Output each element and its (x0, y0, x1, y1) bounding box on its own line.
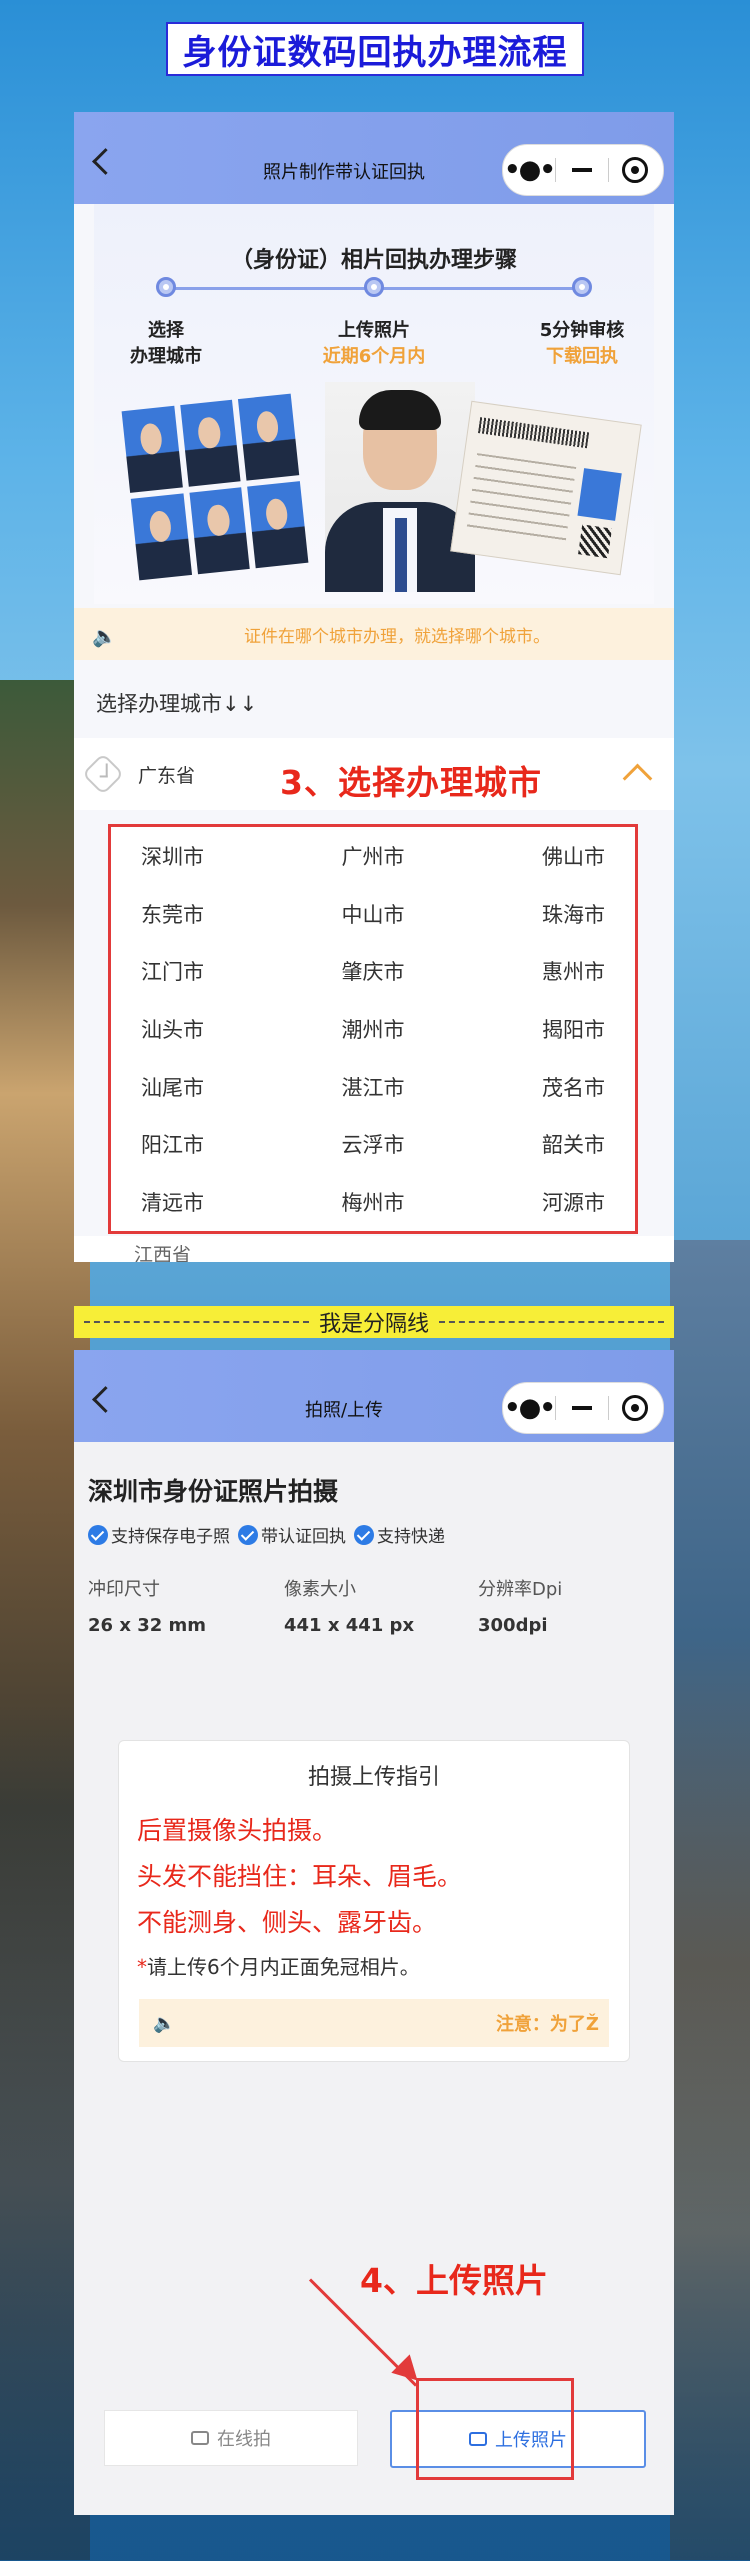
guide-rule-3: 不能测身、侧头、露牙齿。 (137, 1908, 438, 1937)
step-label-2: 上传照片 近期6个月内 (322, 320, 426, 367)
step-label-1: 选择 办理城市 (130, 320, 202, 367)
city-option[interactable]: 深圳市 (111, 827, 286, 885)
warning-text: 注意：为了Ž (495, 2014, 599, 2035)
city-option[interactable]: 珠海市 (460, 885, 635, 943)
separator-bar: 我是分隔线 (74, 1306, 674, 1338)
city-option[interactable]: 揭阳市 (460, 1000, 635, 1058)
city-list-highlight: 深圳市 广州市 佛山市东莞市 中山市 珠海市江门市 肇庆市 惠州市汕头市 潮州市 揭阳市汕尾市湛… (108, 824, 638, 1234)
city-option[interactable]: 中山市 (286, 885, 461, 943)
guide-title: 拍摄上传指引 (307, 1765, 440, 1790)
city-grid: 深圳市 广州市 佛山市东莞市 中山市 珠海市江门市 肇庆市 惠州市汕头市 潮州市 揭阳市汕尾市湛… (111, 827, 635, 1231)
city-option[interactable]: 佛山市 (460, 827, 635, 885)
upload-guide-card: 拍摄上传指引 后置摄像头拍摄。 头发不能挡住：耳朵、眉毛。 不能测身、侧头、露牙… (118, 1740, 630, 2062)
city-option[interactable]: 汕尾市 (111, 1058, 286, 1116)
tag-save-photo: 支持保存电子照 (88, 1522, 230, 1547)
nav-bar: 拍照/上传 •●• (74, 1350, 674, 1442)
sample-photos-illustration (121, 382, 642, 592)
steps-heading: （身份证）相片回执办理步骤 (230, 248, 517, 273)
guide-note: *请上传6个月内正面免冠相片。 (137, 1955, 420, 1979)
close-target-icon[interactable] (609, 1395, 661, 1421)
more-icon[interactable]: •●• (503, 1393, 556, 1423)
province-name: 广东省 (138, 764, 196, 787)
title-banner: 身份证数码回执办理流程 (166, 22, 584, 76)
city-option[interactable]: 韶关市 (460, 1116, 635, 1174)
upload-highlight-box (416, 2378, 574, 2480)
more-icon[interactable]: •●• (503, 155, 556, 185)
minimize-icon[interactable] (556, 1406, 608, 1410)
city-option[interactable]: 茂名市 (460, 1058, 635, 1116)
city-option[interactable]: 江门市 (111, 942, 286, 1000)
annotation-step-4: 4、上传照片 (360, 2261, 548, 2300)
tag-delivery: 支持快递 (354, 1522, 445, 1547)
spec-pixel-size: 像素大小 441 x 441 px (284, 1579, 415, 1636)
city-option[interactable]: 清远市 (111, 1173, 286, 1231)
check-icon (238, 1524, 258, 1545)
phone-screen-select-city: 照片制作带认证回执 •●• （身份证）相片回执办理步骤 选择 办理城市 上传照片… (74, 112, 674, 1262)
separator-text: 我是分隔线 (319, 1312, 430, 1337)
guide-rule-2: 头发不能挡住：耳朵、眉毛。 (137, 1862, 463, 1891)
guide-rule-1: 后置摄像头拍摄。 (137, 1816, 338, 1845)
page-title: 深圳市身份证照片拍摄 (88, 1477, 339, 1506)
city-option[interactable]: 惠州市 (460, 942, 635, 1000)
step-dot-3 (572, 277, 592, 297)
check-badge-icon (81, 752, 125, 796)
minimize-icon[interactable] (556, 168, 608, 172)
chevron-up-icon[interactable] (622, 763, 653, 794)
city-option[interactable]: 肇庆市 (286, 942, 461, 1000)
step-label-3: 5分钟审核 下载回执 (539, 320, 625, 367)
city-option[interactable]: 潮州市 (286, 1000, 461, 1058)
take-photo-online-button[interactable]: 在线拍 (104, 2410, 358, 2466)
speaker-icon: 🔈 (92, 624, 117, 648)
city-option[interactable]: 汕头市 (111, 1000, 286, 1058)
phone-screen-upload: 拍照/上传 •●• 深圳市身份证照片拍摄 支持保存电子照 带认证回执 支持快递 … (74, 1350, 674, 2515)
check-icon (88, 1524, 108, 1545)
city-option[interactable]: 梅州市 (286, 1173, 461, 1231)
miniprogram-capsule: •●• (502, 144, 664, 196)
spec-dpi: 分辨率Dpi 300dpi (478, 1579, 563, 1636)
speaker-icon: 🔈 (153, 2012, 176, 2034)
city-option[interactable]: 阳江市 (111, 1116, 286, 1174)
portrait-image (325, 382, 475, 592)
city-option[interactable]: 东莞市 (111, 885, 286, 943)
step-dot-2 (364, 277, 384, 297)
city-option[interactable]: 湛江市 (286, 1058, 461, 1116)
nav-bar: 照片制作带认证回执 •●• (74, 112, 674, 204)
step-dot-1 (156, 277, 176, 297)
close-target-icon[interactable] (609, 157, 661, 183)
city-option[interactable]: 河源市 (460, 1173, 635, 1231)
spec-print-size: 冲印尺寸 26 x 32 mm (88, 1579, 207, 1636)
notice-bar: 🔈 证件在哪个城市办理，就选择哪个城市。 (74, 608, 674, 660)
notice-text: 证件在哪个城市办理，就选择哪个城市。 (244, 626, 550, 647)
city-option[interactable]: 广州市 (286, 827, 461, 885)
miniprogram-capsule: •●• (502, 1382, 664, 1434)
receipt-image (450, 400, 642, 576)
id-photo-grid (121, 393, 309, 581)
feature-tags: 支持保存电子照 带认证回执 支持快递 (88, 1522, 445, 1547)
tag-receipt: 带认证回执 (238, 1522, 346, 1547)
dash-right (439, 1321, 665, 1323)
annotation-step-3: 3、选择办理城市 (280, 763, 542, 802)
choose-city-label: 选择办理城市↓↓ (96, 692, 258, 716)
city-option[interactable]: 云浮市 (286, 1116, 461, 1174)
check-icon (354, 1524, 374, 1545)
province-name: 江西省 (134, 1244, 192, 1262)
province-row-jiangxi[interactable]: 江西省 (74, 1236, 674, 1262)
camera-icon (191, 2431, 209, 2445)
warning-bar: 🔈 注意：为了Ž (139, 1999, 609, 2047)
dash-left (84, 1321, 309, 1323)
